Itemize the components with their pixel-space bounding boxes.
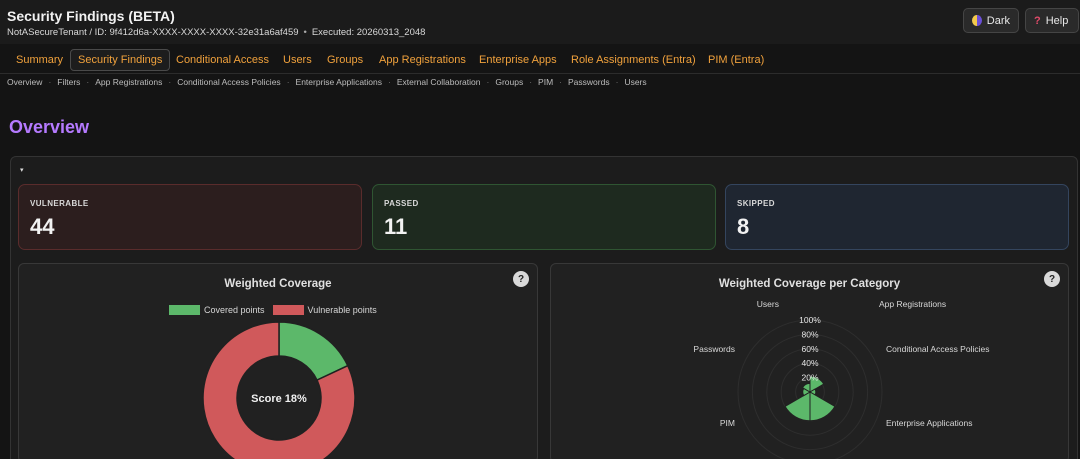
radar-tick-label: 60% — [801, 344, 818, 354]
radar-category-label: PIM — [720, 418, 735, 428]
radar-category-label: Enterprise Applications — [886, 418, 972, 428]
skipped-label: SKIPPED — [737, 199, 775, 208]
weighted-coverage-card: Weighted Coverage ? Covered points Vulne… — [18, 263, 538, 459]
subnav-app-registrations[interactable]: App Registrations — [95, 77, 162, 89]
collapse-caret-icon[interactable]: ▾ — [20, 166, 24, 174]
tab-app-registrations[interactable]: App Registrations — [372, 49, 473, 71]
radar-tick-label: 100% — [799, 315, 821, 325]
tab-summary[interactable]: Summary — [9, 49, 70, 71]
tab-pim[interactable]: PIM (Entra) — [701, 49, 771, 71]
radar-tick-label: 40% — [801, 358, 818, 368]
vulnerable-card: VULNERABLE 44 — [18, 184, 362, 250]
help-label: Help — [1045, 14, 1069, 27]
app-header: Security Findings (BETA) NotASecureTenan… — [0, 0, 1080, 44]
theme-toggle-button[interactable]: Dark — [963, 8, 1019, 33]
donut-slice-vulnerable[interactable] — [202, 321, 356, 459]
app-title: Security Findings (BETA) — [7, 8, 175, 24]
help-button[interactable]: ? Help — [1025, 8, 1079, 33]
subnav-external-collaboration[interactable]: External Collaboration — [397, 77, 481, 89]
tab-conditional-access[interactable]: Conditional Access — [169, 49, 276, 71]
section-nav: Overview · Filters · App Registrations · Co… — [7, 77, 647, 89]
subtitle-separator: • — [303, 27, 307, 38]
coverage-donut-chart: Score 18% — [202, 321, 356, 459]
subnav-conditional-access-policies[interactable]: Conditional Access Policies — [177, 77, 280, 89]
skipped-count: 8 — [737, 214, 750, 239]
score-label: Score 18% — [251, 393, 307, 405]
tab-enterprise-apps[interactable]: Enterprise Apps — [472, 49, 564, 71]
passed-label: PASSED — [384, 199, 419, 208]
radar-wedge-2[interactable] — [809, 391, 836, 422]
executed-timestamp: Executed: 20260313_2048 — [311, 27, 426, 38]
radar-category-label: App Registrations — [879, 299, 946, 309]
vulnerable-label: VULNERABLE — [30, 199, 89, 208]
app-subtitle: NotASecureTenant / ID: 9f412d6a-XXXX-XXX… — [7, 27, 425, 38]
subnav-filters[interactable]: Filters — [57, 77, 80, 89]
subnav-pim[interactable]: PIM — [538, 77, 553, 89]
page-title: Overview — [9, 117, 90, 137]
tab-role-assignments[interactable]: Role Assignments (Entra) — [564, 49, 703, 71]
radar-category-label: Users — [757, 299, 779, 309]
tab-security-findings[interactable]: Security Findings — [70, 49, 171, 71]
subnav-enterprise-applications[interactable]: Enterprise Applications — [296, 77, 382, 89]
subnav-groups[interactable]: Groups — [495, 77, 523, 89]
passed-count: 11 — [384, 214, 408, 239]
tenant-id: NotASecureTenant / ID: 9f412d6a-XXXX-XXX… — [7, 27, 299, 38]
vulnerable-count: 44 — [30, 214, 55, 239]
tab-groups[interactable]: Groups — [320, 49, 370, 71]
question-icon: ? — [1034, 14, 1041, 27]
theme-icon — [972, 15, 982, 26]
category-radar-chart: 20% 40% 60% 80% 100% App Registrations Conditi… — [693, 299, 989, 459]
subnav-passwords[interactable]: Passwords — [568, 77, 610, 89]
radar-wedge-3[interactable] — [784, 391, 811, 422]
tab-users[interactable]: Users — [276, 49, 319, 71]
radar-tick-label: 80% — [801, 329, 818, 339]
category-coverage-card: Weighted Coverage per Category ? 20% 40% 6… — [550, 263, 1069, 459]
radar-category-label: Passwords — [693, 344, 735, 354]
subnav-users[interactable]: Users — [624, 77, 646, 89]
skipped-card: SKIPPED 8 — [725, 184, 1069, 250]
subnav-overview[interactable]: Overview — [7, 77, 42, 89]
passed-card: PASSED 11 — [372, 184, 716, 250]
theme-label: Dark — [986, 14, 1010, 27]
main-tabs: Summary Security Findings Conditional Ac… — [0, 46, 1080, 74]
radar-category-label: Conditional Access Policies — [886, 344, 989, 354]
radar-tick-label: 20% — [801, 373, 818, 383]
